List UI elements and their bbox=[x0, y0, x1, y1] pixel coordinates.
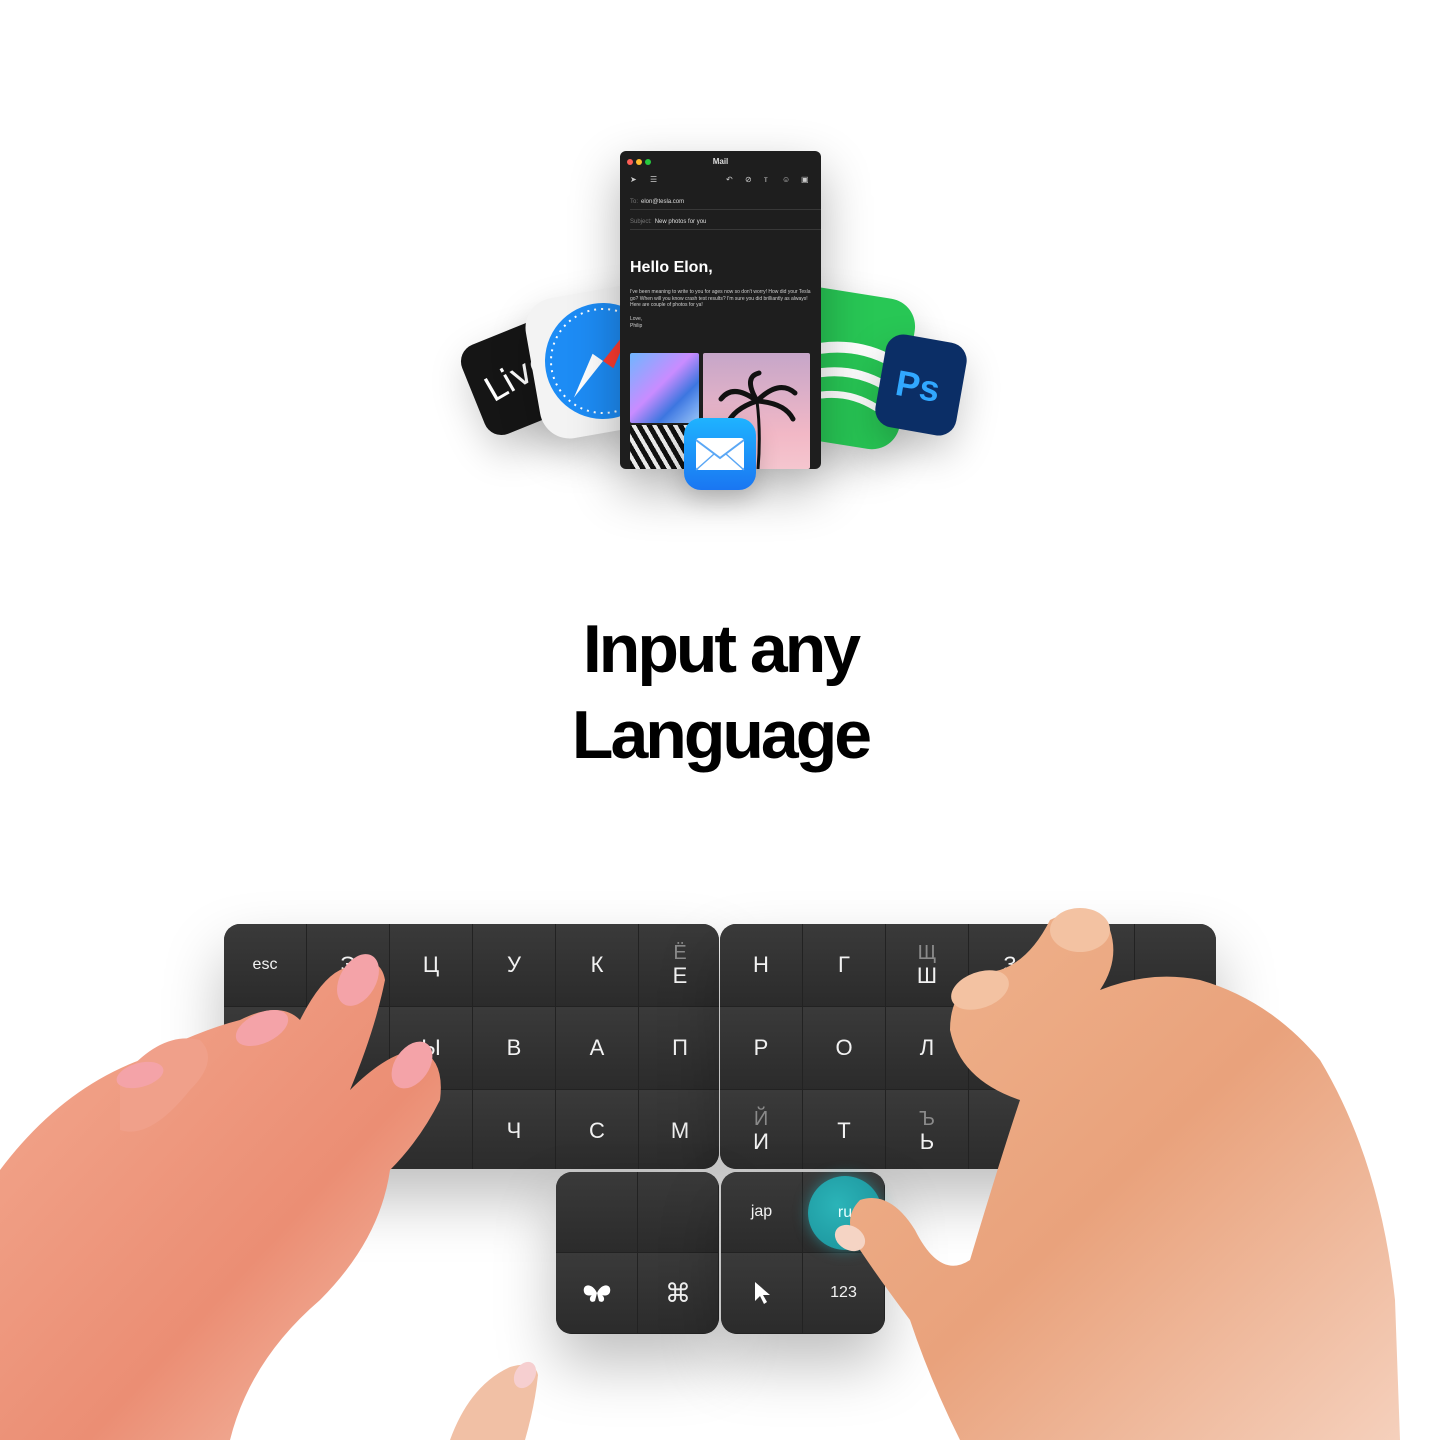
window-titlebar: Mail bbox=[620, 151, 821, 173]
key-letter[interactable]: С bbox=[556, 1090, 639, 1169]
list-icon[interactable]: ☰ bbox=[650, 175, 657, 184]
send-icon[interactable]: ➤ bbox=[630, 175, 637, 184]
left-thumb-illustration bbox=[450, 1361, 538, 1440]
reply-icon[interactable]: ↶ bbox=[726, 175, 733, 184]
right-hand-illustration bbox=[834, 908, 1400, 1440]
sign-love: Love, bbox=[630, 316, 643, 322]
key-blank[interactable] bbox=[556, 1172, 638, 1253]
mail-body: I've been meaning to write to you for ag… bbox=[630, 289, 811, 308]
mail-toolbar: ➤ ☰ ↶ ⊘ ᴛ ☺ ▣ bbox=[620, 173, 821, 191]
butterfly-icon bbox=[583, 1285, 610, 1302]
attach-icon[interactable]: ⊘ bbox=[745, 175, 752, 184]
to-value: elon@tesla.com bbox=[641, 199, 685, 205]
to-label: To: bbox=[630, 199, 639, 205]
command-icon: ⌘ bbox=[665, 1277, 691, 1308]
subject-value: New photos for you bbox=[654, 219, 707, 225]
key-letter[interactable]: Р bbox=[720, 1007, 803, 1090]
sign-name: Philip bbox=[630, 322, 643, 329]
key-command[interactable]: ⌘ bbox=[638, 1253, 719, 1334]
key-letter[interactable]: К bbox=[556, 924, 639, 1007]
key-lang-jap[interactable]: jap bbox=[721, 1172, 803, 1253]
to-field[interactable]: To: elon@tesla.com bbox=[630, 199, 821, 210]
subject-field[interactable]: Subject: New photos for you bbox=[630, 219, 821, 230]
cursor-arrow-icon bbox=[754, 1282, 770, 1304]
key-letter[interactable]: А bbox=[556, 1007, 639, 1090]
envelope-icon bbox=[695, 438, 745, 471]
key-blank[interactable] bbox=[638, 1172, 719, 1253]
window-title: Mail bbox=[712, 157, 729, 166]
key-pointer[interactable] bbox=[721, 1253, 803, 1334]
emoji-icon[interactable]: ☺ bbox=[782, 175, 790, 184]
key-letter[interactable]: М bbox=[639, 1090, 719, 1169]
headline-line-1: Input any bbox=[582, 611, 861, 687]
key-letter[interactable]: ЁЕ bbox=[639, 924, 719, 1007]
key-letter[interactable]: П bbox=[639, 1007, 719, 1090]
photoshop-app-icon: Ps bbox=[872, 331, 970, 439]
photo-icon[interactable]: ▣ bbox=[801, 175, 809, 184]
key-letter[interactable]: ЙИ bbox=[720, 1090, 803, 1169]
key-butterfly[interactable] bbox=[556, 1253, 638, 1334]
key-letter[interactable]: Н bbox=[720, 924, 803, 1007]
attached-photo bbox=[630, 353, 699, 423]
mail-app-icon bbox=[684, 418, 756, 490]
thumb-cluster-left: ⌘ bbox=[556, 1172, 719, 1334]
mail-signature: Love, Philip bbox=[630, 316, 642, 329]
font-icon[interactable]: ᴛ bbox=[764, 175, 768, 184]
subject-label: Subject: bbox=[630, 219, 652, 225]
mail-greeting: Hello Elon, bbox=[630, 259, 713, 276]
headline-line-2: Language bbox=[571, 697, 872, 773]
ps-icon-label: Ps bbox=[892, 361, 944, 410]
